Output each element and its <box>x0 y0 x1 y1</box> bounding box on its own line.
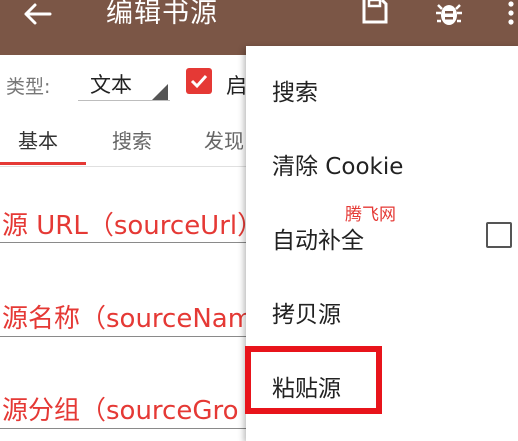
page-title: 编辑书源 <box>106 0 218 29</box>
overflow-menu-icon[interactable] <box>505 0 518 28</box>
type-label: 类型: <box>6 76 51 98</box>
source-url-underline <box>0 242 248 243</box>
bug-icon[interactable] <box>434 1 464 27</box>
source-group-field[interactable]: 源分组（sourceGro <box>2 390 239 427</box>
enabled-checkbox[interactable] <box>186 68 212 94</box>
auto-complete-checkbox[interactable] <box>486 222 512 248</box>
dropdown-arrow-icon[interactable] <box>152 84 168 100</box>
watermark: 腾飞网 <box>345 205 396 225</box>
source-url-field[interactable]: 源 URL（sourceUrl） <box>2 205 263 242</box>
highlight-box <box>245 346 382 414</box>
active-tab-indicator <box>0 162 86 165</box>
tab-search[interactable]: 搜索 <box>112 125 152 154</box>
enabled-label: 启 <box>226 74 247 98</box>
menu-item-search[interactable]: 搜索 <box>272 73 318 107</box>
type-select[interactable]: 文本 <box>90 69 132 99</box>
menu-item-copy-source[interactable]: 拷贝源 <box>272 295 341 329</box>
source-name-underline <box>0 336 248 337</box>
save-icon[interactable] <box>360 0 390 26</box>
tab-basic[interactable]: 基本 <box>18 125 58 154</box>
source-group-underline <box>0 428 248 429</box>
tab-discover[interactable]: 发现 <box>204 125 244 154</box>
type-select-underline <box>78 100 170 101</box>
back-arrow-icon[interactable] <box>22 2 52 26</box>
menu-item-auto-complete[interactable]: 自动补全 <box>272 221 364 255</box>
check-icon <box>190 74 208 89</box>
menu-item-clear-cookie[interactable]: 清除 Cookie <box>272 147 403 181</box>
source-name-field[interactable]: 源名称（sourceNam <box>2 298 253 335</box>
